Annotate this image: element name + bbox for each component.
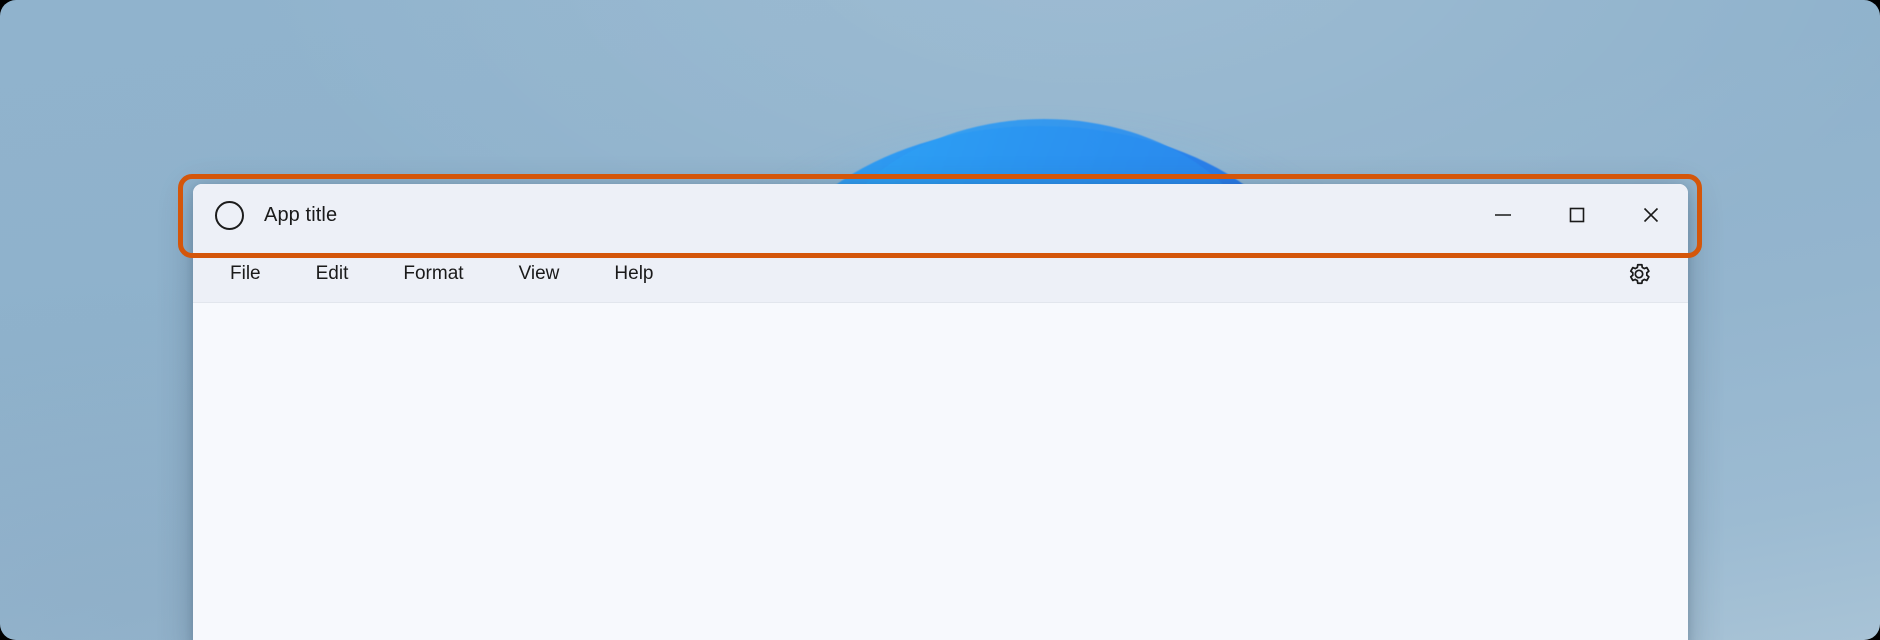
title-bar[interactable]: App title [193,184,1688,246]
menu-item-format[interactable]: Format [386,256,480,292]
content-area[interactable] [193,303,1688,640]
menu-bar-right [1620,255,1688,293]
desktop: App title File Edit Format View Help [0,0,1880,640]
page-title: App title [264,203,338,226]
menu-item-edit[interactable]: Edit [299,256,366,292]
menu-bar: File Edit Format View Help [193,246,1688,303]
menu-item-help[interactable]: Help [597,256,670,292]
minimize-icon [1495,214,1511,216]
app-window: App title File Edit Format View Help [193,184,1688,640]
close-button[interactable] [1614,184,1688,246]
gear-icon [1629,263,1650,285]
window-controls [1466,184,1688,246]
title-bar-left: App title [193,200,1466,230]
menu-items: File Edit Format View Help [193,256,1620,292]
minimize-button[interactable] [1466,184,1540,246]
menu-item-view[interactable]: View [502,256,577,292]
maximize-button[interactable] [1540,184,1614,246]
circle-icon [215,200,244,230]
menu-item-file[interactable]: File [213,256,278,292]
maximize-icon [1569,207,1585,223]
settings-button[interactable] [1620,255,1658,293]
close-icon [1643,207,1659,223]
